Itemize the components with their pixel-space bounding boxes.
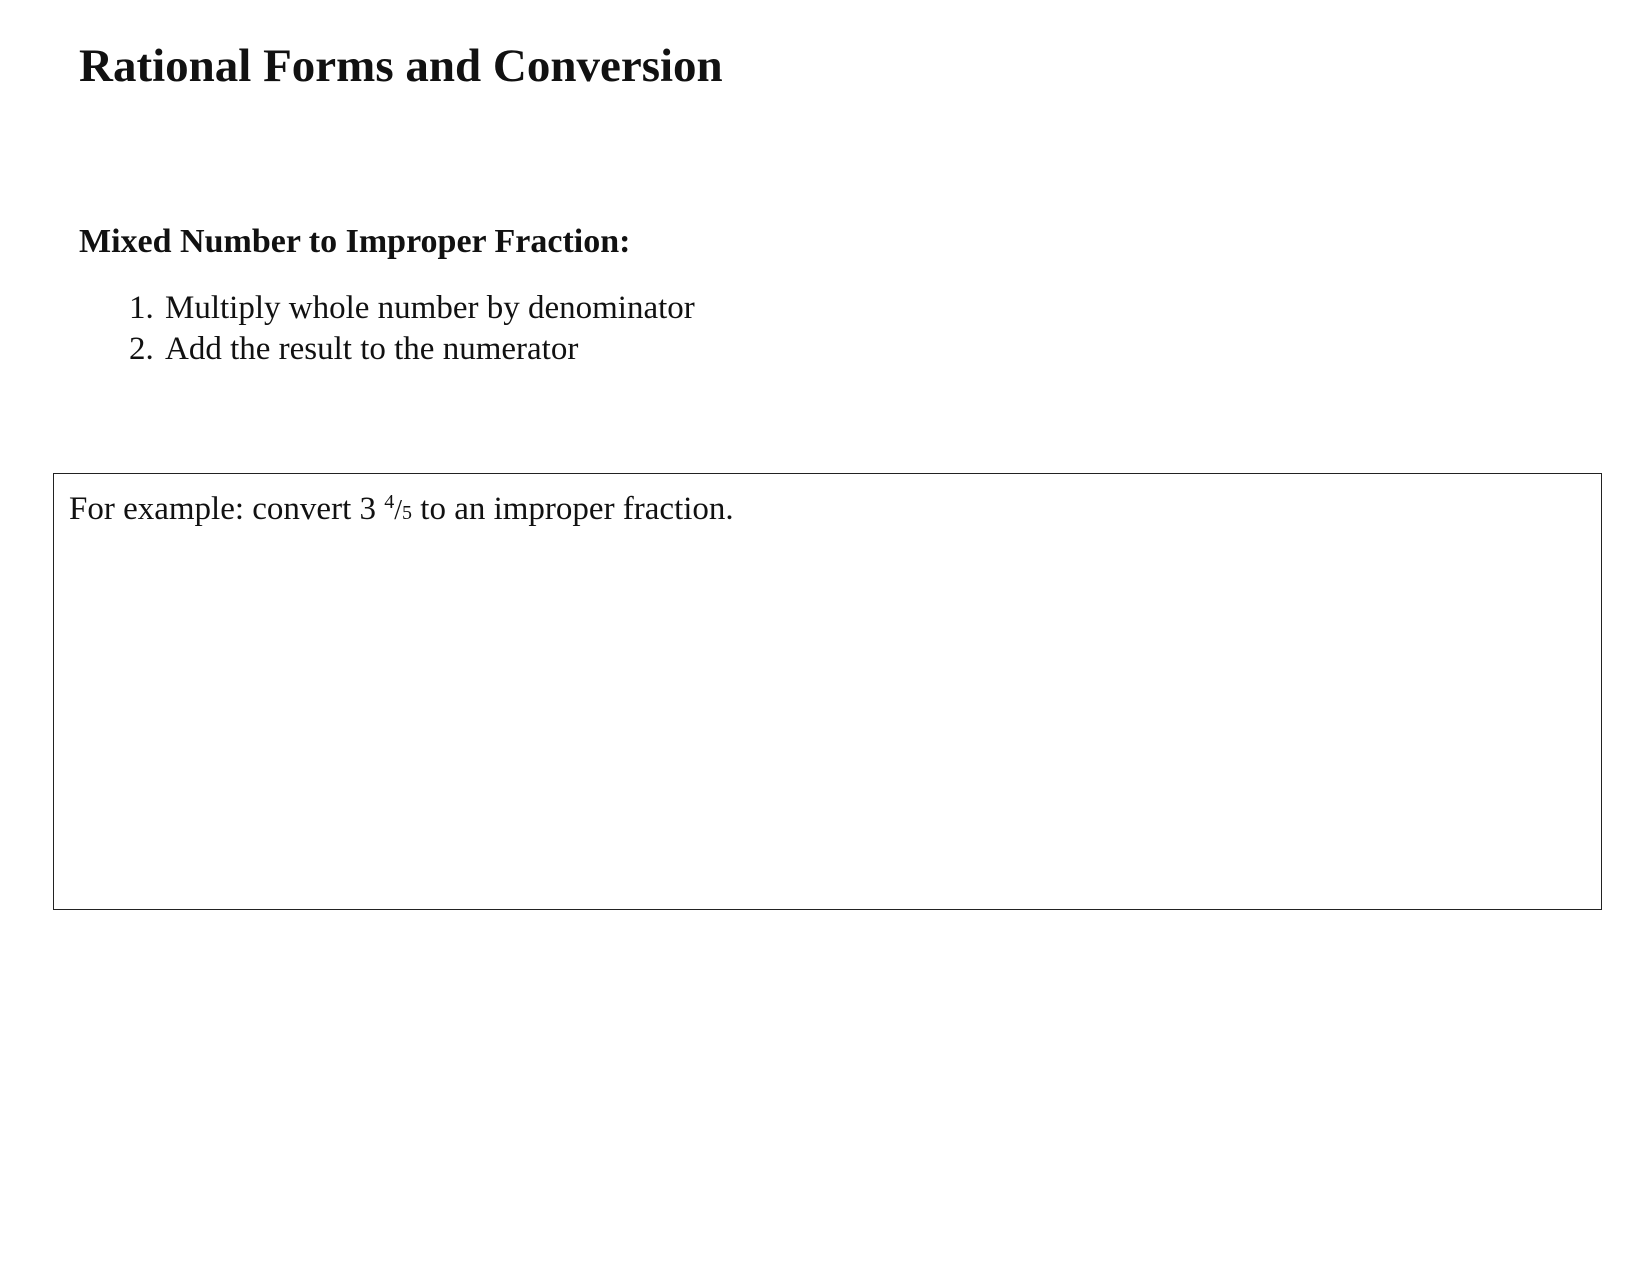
step-number: 2.: [129, 331, 154, 367]
example-text: For example: convert 3 4/5 to an imprope…: [69, 490, 734, 530]
example-suffix: to an improper fraction.: [412, 491, 734, 527]
fraction-slash: /: [394, 495, 403, 526]
list-item: 1. Multiply whole number by denominator: [79, 288, 695, 329]
fraction-numerator: 4: [384, 491, 395, 513]
example-prefix: For example: convert 3: [69, 491, 385, 527]
step-text: Multiply whole number by denominator: [165, 290, 695, 326]
steps-list: 1. Multiply whole number by denominator …: [79, 288, 695, 370]
step-number: 1.: [129, 290, 154, 326]
step-number-container: 2.: [79, 329, 165, 370]
fraction-denominator: 5: [402, 502, 413, 524]
list-item: 2. Add the result to the numerator: [79, 329, 695, 370]
section-heading: Mixed Number to Improper Fraction:: [79, 223, 631, 260]
step-text: Add the result to the numerator: [165, 331, 579, 367]
step-number-container: 1.: [79, 288, 165, 329]
page-title: Rational Forms and Conversion: [79, 40, 723, 92]
example-box: For example: convert 3 4/5 to an imprope…: [53, 473, 1602, 910]
